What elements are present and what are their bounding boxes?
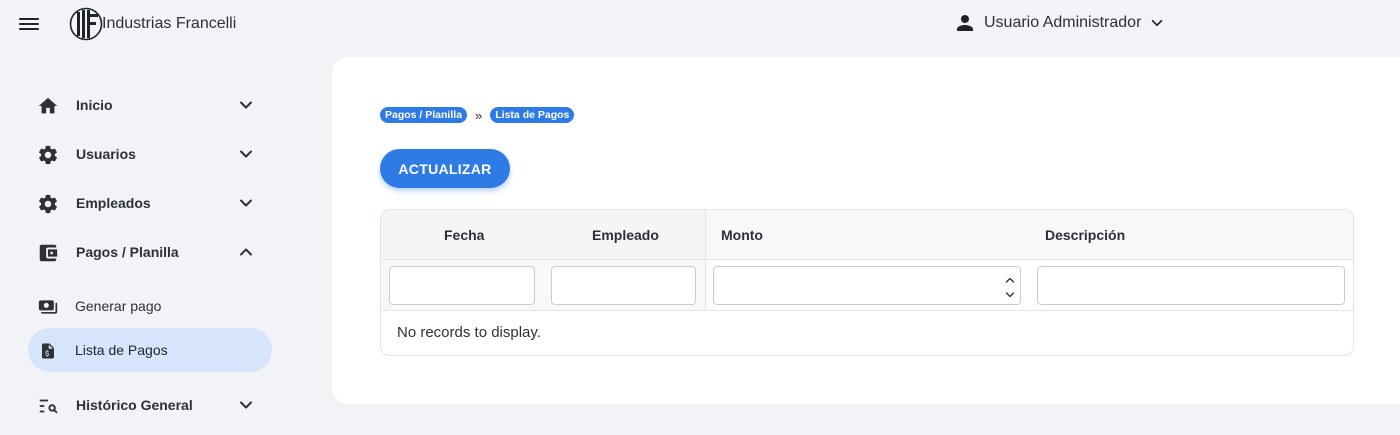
chevron-up-icon [240,248,252,256]
sidebar-item-historico-general[interactable]: Histórico General [28,383,272,427]
sidebar-item-label: Pagos / Planilla [76,244,179,260]
filter-monto-input[interactable] [713,266,1021,305]
filter-fecha-input[interactable] [389,266,535,305]
sidebar-item-label: Empleados [76,195,151,211]
empty-table-message: No records to display. [397,324,541,341]
app-title: Industrias Francelli [102,15,237,32]
payments-icon [38,297,58,317]
main-content: Pagos / Planilla » Lista de Pagos ACTUAL… [332,57,1400,404]
sidebar-item-empleados[interactable]: Empleados [28,181,272,225]
francelli-logo [69,7,103,41]
number-spinner-icon[interactable] [1004,270,1016,302]
table-header: Fecha Empleado Monto Descripción [381,210,1353,260]
list-search-icon [36,394,60,418]
sidebar-subitem-generar-pago[interactable]: Generar pago [28,284,272,328]
sidebar-item-label: Histórico General [76,397,193,413]
user-name: Usuario Administrador [984,14,1142,31]
gear-icon [36,192,60,216]
chevron-down-icon [240,199,252,207]
filter-empleado-input[interactable] [551,266,696,305]
filter-row [381,260,1353,311]
chevron-down-icon [1152,19,1163,27]
wallet-icon [36,241,60,265]
chevron-down-icon [240,101,252,109]
breadcrumb-item[interactable]: Pagos / Planilla [380,107,468,123]
column-header-descripcion[interactable]: Descripción [1045,210,1125,260]
invoice-dollar-icon [38,341,58,361]
payments-table: Fecha Empleado Monto Descripción No reco… [380,209,1354,356]
breadcrumb: Pagos / Planilla » Lista de Pagos [380,107,575,123]
breadcrumb-item[interactable]: Lista de Pagos [490,107,575,123]
sidebar-item-label: Inicio [76,97,113,113]
person-icon [957,15,973,31]
user-menu[interactable]: Usuario Administrador [955,13,1164,33]
column-header-monto[interactable]: Monto [721,210,763,260]
gear-icon [36,143,60,167]
sidebar-item-usuarios[interactable]: Usuarios [28,132,272,176]
top-bar: Industrias Francelli Usuario Administrad… [0,0,1400,50]
sidebar-subitem-label: Generar pago [75,298,162,314]
column-header-fecha[interactable]: Fecha [444,210,484,260]
pinned-columns-divider [705,210,706,310]
column-header-empleado[interactable]: Empleado [592,210,659,260]
chevron-down-icon [240,401,252,409]
sidebar-item-pagos-planilla[interactable]: Pagos / Planilla [28,230,272,274]
sidebar-subitem-lista-de-pagos[interactable]: Lista de Pagos [28,328,272,372]
filter-descripcion-input[interactable] [1037,266,1345,305]
home-icon [36,94,60,118]
breadcrumb-separator: » [475,107,483,123]
refresh-button[interactable]: ACTUALIZAR [380,149,510,188]
sidebar-item-label: Usuarios [76,146,136,162]
hamburger-icon[interactable] [18,15,40,35]
sidebar-item-inicio[interactable]: Inicio [28,83,272,127]
chevron-down-icon [240,150,252,158]
sidebar-subitem-label: Lista de Pagos [75,342,168,358]
